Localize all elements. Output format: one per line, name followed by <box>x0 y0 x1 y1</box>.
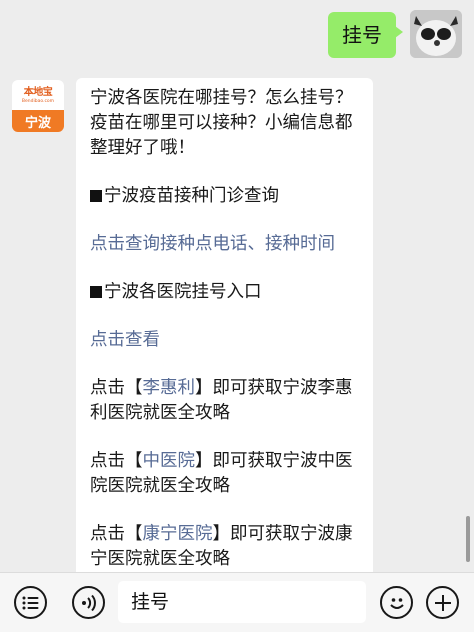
user-avatar-image <box>410 10 462 58</box>
user-message-row: 挂号 <box>328 10 462 58</box>
item-prefix: 点击【 <box>90 451 143 471</box>
vaccine-query-link[interactable]: 点击查询接种点电话、接种时间 <box>90 232 361 257</box>
vaccine-title-text: 宁波疫苗接种门诊查询 <box>104 186 279 206</box>
plus-icon <box>434 594 451 611</box>
chat-scrollbar[interactable] <box>466 516 470 562</box>
message-input-text: 挂号 <box>131 591 170 613</box>
bot-message-bubble: 宁波各医院在哪挂号？怎么挂号？疫苗在哪里可以接种？小编信息都整理好了哦！ 宁波疫… <box>76 78 373 572</box>
square-bullet-icon <box>90 286 102 298</box>
item-prefix: 点击【 <box>90 378 143 398</box>
kangning-link[interactable]: 康宁医院 <box>143 524 213 544</box>
input-bar: 挂号 <box>0 572 474 632</box>
hospital-item-lihuili: 点击【李惠利】即可获取宁波李惠利医院就医全攻略 <box>90 376 361 426</box>
intro-text: 宁波各医院在哪挂号？怎么挂号？疫苗在哪里可以接种？小编信息都整理好了哦！ <box>90 88 353 158</box>
bot-message-row: 本地宝 Bendibao.com 宁波 宁波各医院在哪挂号？怎么挂号？疫苗在哪里… <box>12 78 373 572</box>
plus-button[interactable] <box>426 586 459 619</box>
bot-avatar[interactable]: 本地宝 Bendibao.com 宁波 <box>12 80 64 132</box>
view-hospitals-link[interactable]: 点击查看 <box>90 328 361 353</box>
voice-button[interactable] <box>72 586 105 619</box>
bot-logo: 本地宝 Bendibao.com <box>14 82 62 110</box>
user-message-bubble[interactable]: 挂号 <box>328 12 403 58</box>
hospital-section-title: 宁波各医院挂号入口 <box>90 280 361 305</box>
hospital-title-text: 宁波各医院挂号入口 <box>104 282 262 302</box>
emoji-icon <box>389 597 404 609</box>
chat-area[interactable]: 挂号 本地宝 Bendibao.com 宁波 宁波各医院在哪挂号？怎么挂号？疫苗… <box>0 0 474 572</box>
menu-list-button[interactable] <box>14 586 47 619</box>
item-prefix: 点击【 <box>90 524 143 544</box>
emoji-button[interactable] <box>380 586 413 619</box>
bot-logo-url: Bendibao.com <box>21 99 55 104</box>
message-input[interactable]: 挂号 <box>118 581 366 623</box>
menu-list-icon <box>22 596 38 609</box>
square-bullet-icon <box>90 190 102 202</box>
voice-icon <box>81 594 96 611</box>
bot-logo-city: 宁波 <box>12 110 64 132</box>
hospital-item-zhongyi: 点击【中医院】即可获取宁波中医院医院就医全攻略 <box>90 449 361 499</box>
vaccine-section-title: 宁波疫苗接种门诊查询 <box>90 184 361 209</box>
lihuili-link[interactable]: 李惠利 <box>143 378 196 398</box>
user-message-text: 挂号 <box>342 23 382 47</box>
user-avatar[interactable] <box>410 10 462 58</box>
hospital-item-kangning: 点击【康宁医院】即可获取宁波康宁医院就医全攻略 <box>90 522 361 572</box>
zhongyi-link[interactable]: 中医院 <box>143 451 196 471</box>
bot-logo-brand: 本地宝 <box>23 87 53 98</box>
